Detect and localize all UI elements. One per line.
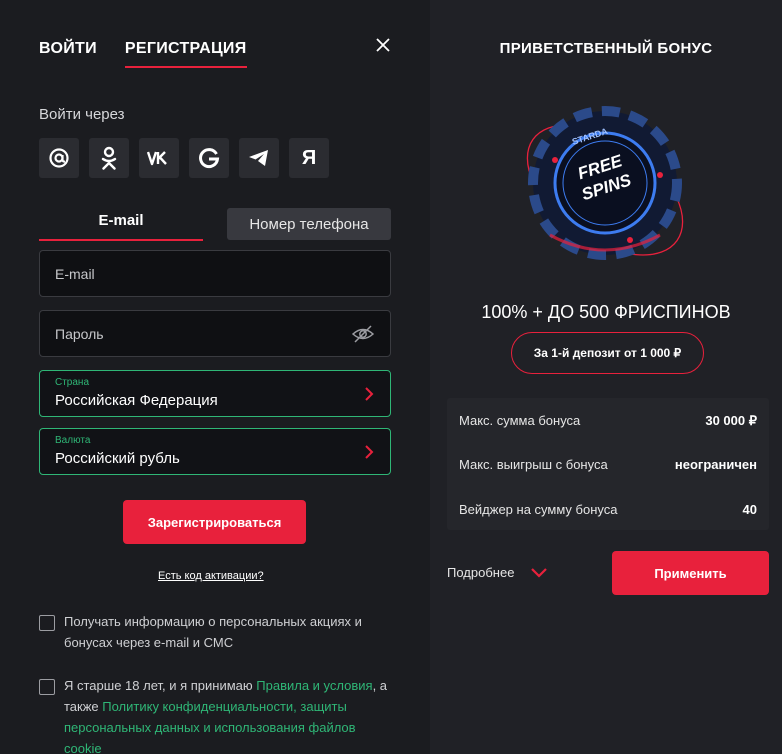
age-consent-text: Я старше 18 лет, и я принимаю Правила и … bbox=[64, 675, 394, 754]
country-select[interactable]: Страна Российская Федерация bbox=[39, 370, 391, 417]
google-icon[interactable] bbox=[189, 138, 229, 178]
age-checkbox[interactable] bbox=[39, 679, 55, 695]
odnoklassniki-icon[interactable] bbox=[89, 138, 129, 178]
promo-consent-text: Получать информацию о персональных акция… bbox=[64, 614, 362, 650]
row-label: Макс. сумма бонуса bbox=[459, 413, 581, 428]
free-spins-chip-image: FREE SPINS STARDA bbox=[526, 106, 684, 260]
signup-method-tabs: E-mail Номер телефона bbox=[39, 207, 391, 241]
vk-icon[interactable] bbox=[139, 138, 179, 178]
currency-label: Валюта bbox=[55, 435, 91, 446]
activation-code-link[interactable]: Есть код активации? bbox=[158, 570, 264, 582]
currency-value: Российский рубль bbox=[55, 450, 180, 467]
auth-tabs: ВОЙТИ РЕГИСТРАЦИЯ bbox=[39, 40, 247, 68]
bonus-offer: 100% + ДО 500 ФРИСПИНОВ bbox=[481, 302, 731, 322]
country-label: Страна bbox=[55, 377, 90, 388]
age-prefix: Я старше 18 лет, и я принимаю bbox=[64, 678, 257, 693]
bonus-details-table: Макс. сумма бонуса 30 000 ₽ Макс. выигры… bbox=[447, 398, 769, 530]
password-placeholder: Пароль bbox=[55, 326, 104, 342]
tab-email[interactable]: E-mail bbox=[39, 207, 203, 241]
row-value: неограничен bbox=[674, 457, 757, 472]
register-button[interactable]: Зарегистрироваться bbox=[123, 500, 306, 544]
chevron-right-icon bbox=[365, 387, 374, 401]
eye-hidden-icon[interactable] bbox=[352, 324, 374, 344]
bonus-title: ПРИВЕТСТВЕННЫЙ БОНУС bbox=[499, 40, 713, 57]
row-value: 30 000 ₽ bbox=[705, 413, 757, 428]
currency-select[interactable]: Валюта Российский рубль bbox=[39, 428, 391, 475]
chevron-down-icon[interactable] bbox=[530, 567, 548, 579]
telegram-icon[interactable] bbox=[239, 138, 279, 178]
tab-phone[interactable]: Номер телефона bbox=[227, 208, 391, 240]
table-row: Макс. выигрыш с бонуса неограничен bbox=[459, 457, 757, 472]
row-label: Макс. выигрыш с бонуса bbox=[459, 457, 608, 472]
social-login-buttons: Я bbox=[39, 138, 329, 178]
tab-login[interactable]: ВОЙТИ bbox=[39, 40, 97, 68]
social-login-label: Войти через bbox=[39, 106, 125, 123]
email-field[interactable]: E-mail bbox=[39, 250, 391, 297]
deposit-badge: За 1-й депозит от 1 000 ₽ bbox=[511, 332, 704, 374]
promo-checkbox[interactable] bbox=[39, 615, 55, 631]
rules-link[interactable]: Правила и условия bbox=[256, 678, 372, 693]
yandex-icon[interactable]: Я bbox=[289, 138, 329, 178]
mail-icon[interactable] bbox=[39, 138, 79, 178]
table-row: Макс. сумма бонуса 30 000 ₽ bbox=[459, 413, 757, 429]
password-field[interactable]: Пароль bbox=[39, 310, 391, 357]
row-label: Вейджер на сумму бонуса bbox=[459, 502, 618, 517]
close-icon[interactable] bbox=[374, 36, 392, 54]
chevron-right-icon bbox=[365, 445, 374, 459]
table-row: Вейджер на сумму бонуса 40 bbox=[459, 502, 757, 517]
country-value: Российская Федерация bbox=[55, 392, 218, 409]
privacy-policy-link[interactable]: Политику конфиденциальности, защиты перс… bbox=[64, 699, 356, 754]
more-details-link[interactable]: Подробнее bbox=[447, 565, 514, 580]
apply-bonus-button[interactable]: Применить bbox=[612, 551, 769, 595]
email-placeholder: E-mail bbox=[55, 266, 95, 282]
row-value: 40 bbox=[742, 502, 757, 517]
tab-register[interactable]: РЕГИСТРАЦИЯ bbox=[124, 40, 247, 68]
